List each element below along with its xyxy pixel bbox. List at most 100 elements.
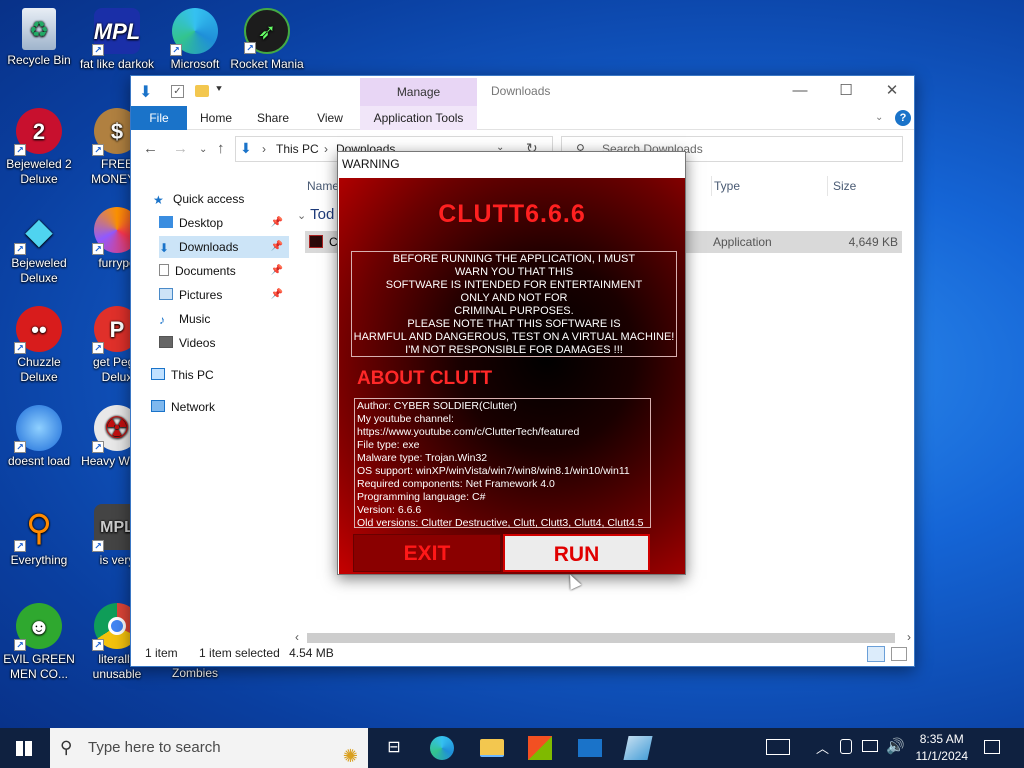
desktop-icon-zombies[interactable]: Zombies bbox=[156, 666, 234, 681]
windows-logo-icon bbox=[16, 741, 32, 756]
chevron-up-icon[interactable]: ︿ bbox=[816, 738, 829, 757]
desktop-icon-microsoft[interactable]: ↗ Microsoft bbox=[156, 8, 234, 72]
pin-icon[interactable]: 📌 bbox=[271, 260, 283, 282]
network-tray-icon[interactable] bbox=[862, 740, 878, 752]
scroll-left-icon[interactable]: ‹ bbox=[295, 630, 299, 644]
column-header-size[interactable]: Size bbox=[827, 176, 907, 196]
app-icon bbox=[309, 235, 323, 248]
desktop-icon-bejeweled-2[interactable]: 2 ↗ Bejeweled 2 Deluxe bbox=[0, 108, 78, 187]
scroll-right-icon[interactable]: › bbox=[907, 630, 911, 644]
nav-this-pc[interactable]: This PC bbox=[151, 364, 289, 386]
tab-home[interactable]: Home bbox=[195, 106, 237, 130]
desktop-icon-evil-green-men[interactable]: ☻ ↗ EVIL GREEN MEN CO... bbox=[0, 603, 78, 682]
pin-icon[interactable]: 📌 bbox=[271, 212, 283, 234]
nav-network[interactable]: Network bbox=[151, 396, 289, 418]
horizontal-scrollbar[interactable]: ‹ › bbox=[295, 630, 913, 646]
tab-file[interactable]: File bbox=[131, 106, 187, 130]
group-header[interactable]: ⌄ Tod bbox=[297, 206, 334, 223]
monitor-icon bbox=[151, 368, 165, 380]
chevron-right-icon: › bbox=[262, 142, 266, 156]
edge-icon: ↗ bbox=[170, 8, 218, 56]
minimize-button[interactable]: — bbox=[777, 78, 823, 104]
back-arrow-icon[interactable]: ← bbox=[143, 140, 158, 157]
clock-time: 8:35 AM bbox=[919, 732, 964, 746]
tab-application-tools[interactable]: Application Tools bbox=[360, 106, 477, 130]
usb-device-icon[interactable] bbox=[840, 739, 852, 754]
bejeweled-2-icon: 2 ↗ bbox=[14, 108, 62, 156]
nav-downloads[interactable]: ⬇ Downloads 📌 bbox=[159, 236, 289, 258]
desktop-icon-bejeweled[interactable]: ◆ ↗ Bejeweled Deluxe bbox=[0, 207, 78, 286]
notification-icon[interactable] bbox=[984, 740, 1000, 754]
nav-music[interactable]: ♪ Music bbox=[159, 308, 289, 330]
tab-share[interactable]: Share bbox=[251, 106, 295, 130]
rocket-icon: ➶ ↗ bbox=[244, 8, 290, 54]
thunderbird-icon: ↗ bbox=[14, 405, 62, 453]
close-button[interactable]: ✕ bbox=[869, 78, 915, 104]
warning-line: SOFTWARE IS INTENDED FOR ENTERTAINMENT bbox=[385, 279, 643, 291]
manage-context-tab[interactable]: Manage bbox=[360, 78, 477, 106]
ribbon-expand-icon[interactable]: ⌄ bbox=[875, 112, 883, 123]
taskbar-clock[interactable]: 8:35 AM 11/1/2024 bbox=[916, 731, 969, 765]
start-button[interactable] bbox=[0, 728, 48, 768]
warning-line: HARMFUL AND DANGEROUS, TEST ON A VIRTUAL… bbox=[353, 331, 675, 343]
checkbox-icon[interactable]: ✓ bbox=[171, 85, 184, 98]
keyboard-icon[interactable] bbox=[766, 739, 790, 755]
info-line: Malware type: Trojan.Win32 bbox=[357, 452, 488, 464]
breadcrumb-this-pc[interactable]: This PC bbox=[276, 142, 319, 156]
run-button[interactable]: RUN bbox=[503, 534, 650, 572]
status-bar: 1 item 1 item selected 4.54 MB bbox=[145, 646, 334, 660]
nav-pictures[interactable]: Pictures 📌 bbox=[159, 284, 289, 306]
store-taskbar-icon[interactable] bbox=[528, 736, 552, 760]
down-arrow-icon[interactable]: ⬇ bbox=[139, 82, 157, 101]
details-view-icon[interactable] bbox=[867, 646, 885, 662]
forward-arrow-icon[interactable]: → bbox=[173, 140, 188, 157]
star-icon: ★ bbox=[153, 193, 164, 207]
nav-documents[interactable]: Documents 📌 bbox=[159, 260, 289, 282]
column-header-type[interactable]: Type bbox=[711, 176, 829, 196]
desktop-icon-rocket-mania[interactable]: ➶ ↗ Rocket Mania bbox=[228, 8, 306, 72]
recent-dropdown-icon[interactable]: ⌄ bbox=[199, 144, 207, 155]
folder-icon[interactable] bbox=[195, 85, 209, 97]
documents-icon bbox=[159, 264, 169, 276]
help-icon[interactable]: ? bbox=[895, 110, 911, 126]
warning-text-box: BEFORE RUNNING THE APPLICATION, I MUST W… bbox=[351, 251, 677, 357]
desktop-icon-doesnt-load[interactable]: ↗ doesnt load bbox=[0, 405, 78, 469]
file-type: Application bbox=[713, 235, 772, 249]
chuzzle-icon: •• ↗ bbox=[14, 306, 62, 354]
exit-button[interactable]: EXIT bbox=[353, 534, 501, 572]
app-taskbar-icon[interactable] bbox=[623, 736, 653, 760]
nav-desktop[interactable]: Desktop 📌 bbox=[159, 212, 289, 234]
nav-quick-access[interactable]: ★ Quick access bbox=[153, 188, 289, 210]
ribbon-tabs: File Home Share View Application Tools ⌄… bbox=[131, 106, 914, 130]
status-item-count: 1 item bbox=[145, 646, 178, 660]
edge-taskbar-icon[interactable] bbox=[430, 736, 454, 760]
nav-videos[interactable]: Videos bbox=[159, 332, 289, 354]
task-view-icon[interactable]: ⊟ bbox=[382, 736, 406, 760]
pin-icon[interactable]: 📌 bbox=[271, 284, 283, 306]
about-heading: ABOUT CLUTT bbox=[357, 368, 493, 389]
tiles-view-icon[interactable] bbox=[891, 647, 907, 661]
up-arrow-icon[interactable]: ↑ bbox=[217, 140, 225, 157]
dialog-body: CLUTT6.6.6 BEFORE RUNNING THE APPLICATIO… bbox=[339, 178, 685, 590]
green-men-icon: ☻ ↗ bbox=[14, 603, 62, 651]
pin-icon[interactable]: 📌 bbox=[271, 236, 283, 258]
downloads-arrow-icon: ⬇ bbox=[240, 140, 252, 156]
qat-dropdown-icon[interactable]: ⯆ bbox=[215, 84, 233, 102]
mail-taskbar-icon[interactable] bbox=[578, 739, 602, 757]
scroll-thumb[interactable] bbox=[307, 633, 895, 643]
tab-view[interactable]: View bbox=[309, 106, 351, 130]
warning-line: ONLY AND NOT FOR bbox=[460, 292, 568, 304]
maximize-button[interactable]: ☐ bbox=[823, 78, 869, 104]
file-explorer-taskbar-icon[interactable] bbox=[480, 739, 504, 757]
column-header-name[interactable]: Name bbox=[307, 176, 339, 196]
desktop-icon-everything[interactable]: ⚲ ↗ Everything bbox=[0, 504, 78, 568]
dialog-title: WARNING bbox=[338, 152, 685, 178]
taskbar-search-input[interactable]: ⚲ Type here to search ✺ bbox=[50, 728, 368, 768]
info-line: OS support: winXP/winVista/win7/win8/win… bbox=[357, 465, 630, 477]
desktop-folder-icon bbox=[159, 216, 173, 228]
desktop-icon-chuzzle[interactable]: •• ↗ Chuzzle Deluxe bbox=[0, 306, 78, 385]
volume-icon[interactable]: 🔊 bbox=[886, 737, 905, 755]
desktop-icon-fat-like-darkok[interactable]: MPL ↗ fat like darkok bbox=[78, 8, 156, 72]
info-text-box: Author: CYBER SOLDIER(Clutter) My youtub… bbox=[354, 398, 651, 528]
desktop-icon-recycle-bin[interactable]: ♻ Recycle Bin bbox=[0, 8, 78, 68]
